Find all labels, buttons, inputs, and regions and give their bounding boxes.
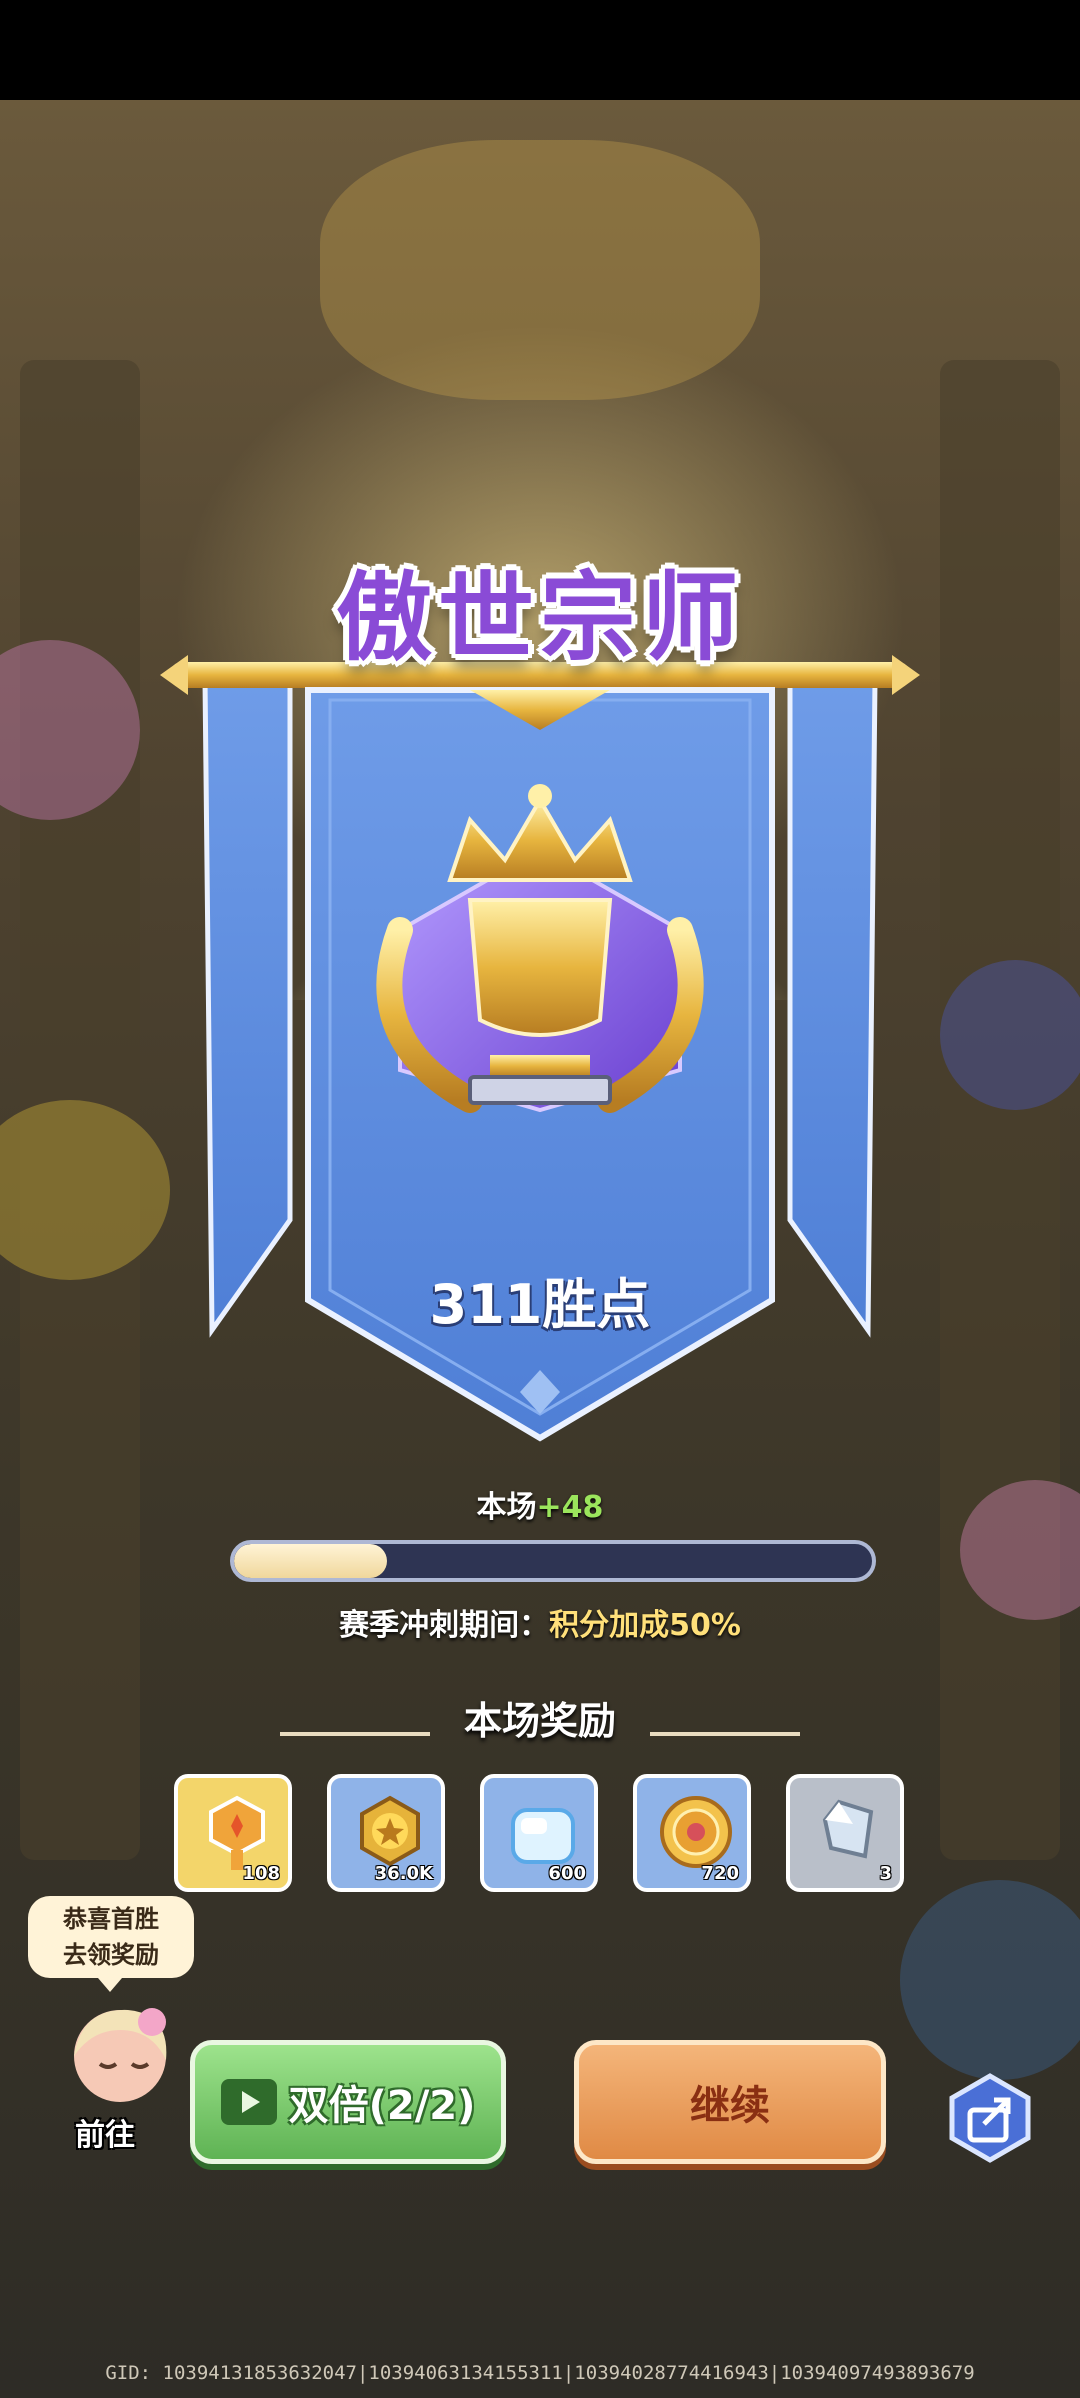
rank-title: 傲世宗师 [336,562,744,674]
character-avatar[interactable] [52,2000,182,2110]
rank-progress-fill [234,1544,388,1578]
season-label: 赛季冲刺期间： [339,1608,550,1643]
double-reward-label: 双倍(2/2) [288,2083,476,2129]
season-bonus: 赛季冲刺期间：积分加成50% [0,1600,1080,1644]
crystal-shard-icon [822,1799,874,1859]
video-icon [220,2079,277,2125]
match-gain: 本场+48 [0,1482,1080,1526]
reward-item-crystal[interactable]: 3 [786,1774,904,1892]
continue-button[interactable]: 继续 [574,2040,886,2164]
reward-count: 36.0K [374,1863,433,1884]
reward-count: 600 [548,1863,586,1884]
reward-item-gold[interactable]: 36.0K [327,1774,445,1892]
rank-score: 311胜点 [429,1273,651,1336]
first-win-bubble[interactable]: 恭喜首胜 去领奖励 [28,1896,194,1992]
rewards-title: 本场奖励 [463,1699,616,1743]
reward-count: 3 [879,1863,892,1884]
rank-title-wrap: 傲世宗师 [0,540,1080,679]
match-gain-value: +48 [536,1490,604,1525]
share-icon[interactable] [944,2072,1036,2164]
ice-cube-icon [511,1808,575,1864]
double-reward-button[interactable]: 双倍(2/2) [190,2040,506,2164]
gold-coin-icon [360,1795,420,1867]
goto-button[interactable]: 前往 [50,2110,160,2154]
continue-label: 继续 [690,2083,770,2129]
bubble-line-2: 去领奖励 [63,1941,159,1969]
reward-item-ice[interactable]: 600 [480,1774,598,1892]
medal-coin-icon [660,1796,732,1868]
reward-count: 108 [242,1863,280,1884]
reward-item-key[interactable]: 108 [174,1774,292,1892]
season-bonus-value: 积分加成50% [549,1608,741,1643]
reward-item-medal[interactable]: 720 [633,1774,751,1892]
reward-count: 720 [701,1863,739,1884]
match-gain-label: 本场 [476,1490,537,1525]
bubble-line-1: 恭喜首胜 [63,1905,159,1933]
key-icon [209,1795,265,1870]
background-gear [900,1880,1080,2080]
gid-footer: GID: 10394131853632047|10394063134155311… [105,2362,975,2384]
rank-progress-bar [230,1540,876,1582]
